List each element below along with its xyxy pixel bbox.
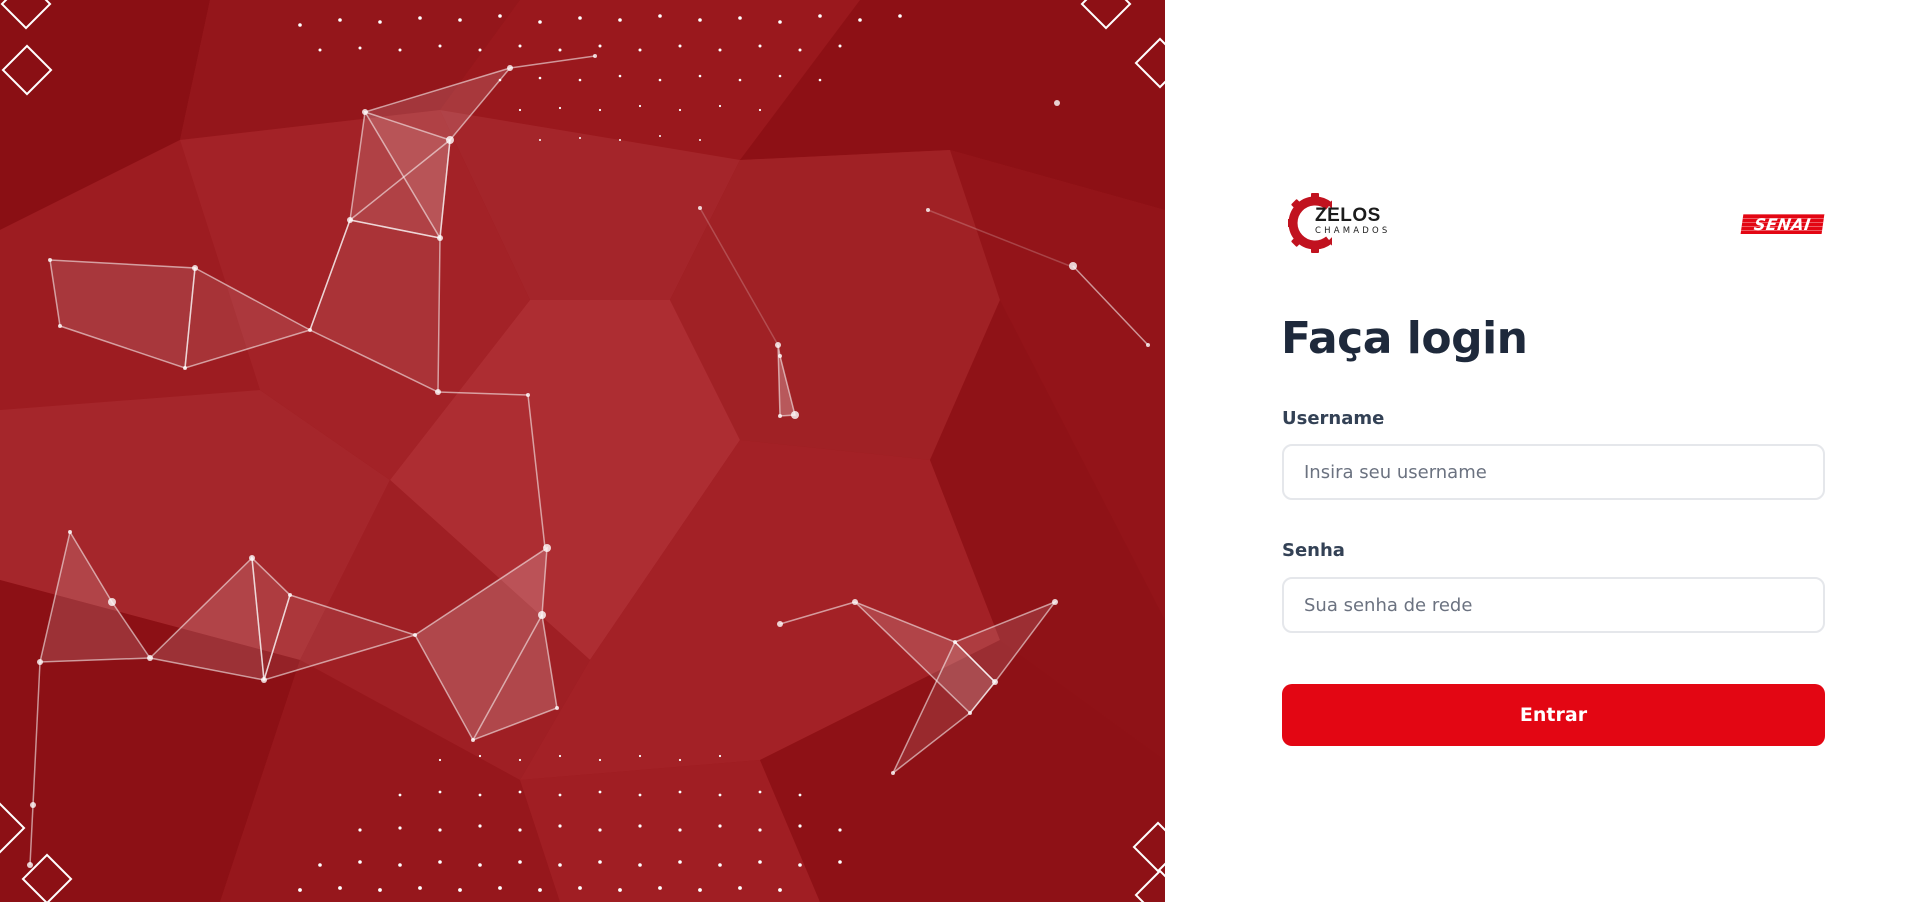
app-tagline: CHAMADOS	[1315, 226, 1391, 236]
username-input[interactable]	[1282, 444, 1825, 500]
password-label: Senha	[1282, 540, 1345, 561]
password-input[interactable]	[1282, 577, 1825, 633]
senai-logo-text: SENAI	[1752, 214, 1813, 234]
senai-logo: SENAI	[1740, 214, 1825, 234]
app-name: ZELOS	[1315, 205, 1381, 226]
zelos-logo: ZELOS CHAMADOS	[1288, 192, 1387, 254]
brand-row: ZELOS CHAMADOS SENAI	[1288, 192, 1825, 254]
zelos-wordmark: ZELOS CHAMADOS	[1315, 206, 1391, 236]
username-label: Username	[1282, 408, 1385, 429]
low-poly-network-illustration	[0, 0, 1165, 902]
login-button[interactable]: Entrar	[1282, 684, 1825, 746]
page-title: Faça login	[1281, 313, 1528, 364]
background-polygons	[0, 0, 1165, 902]
hero-background	[0, 0, 1165, 902]
